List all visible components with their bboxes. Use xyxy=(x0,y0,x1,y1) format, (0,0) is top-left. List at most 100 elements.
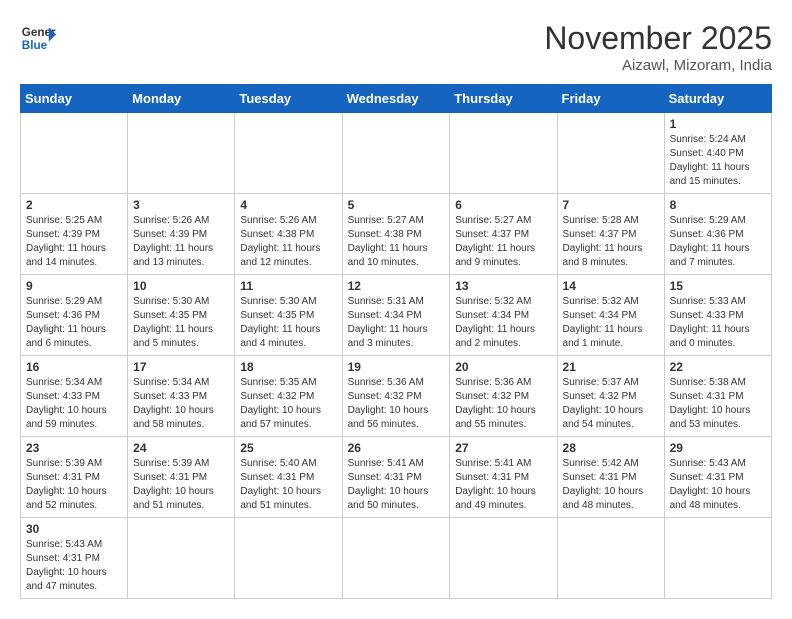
table-row: 12 Sunrise: 5:31 AM Sunset: 4:34 PM Dayli… xyxy=(342,275,450,356)
col-monday: Monday xyxy=(128,85,235,113)
calendar-week-row: 9Sunrise: 5:29 AM Sunset: 4:36 PM Daylig… xyxy=(21,275,772,356)
table-row: 5 Sunrise: 5:27 AM Sunset: 4:38 PM Daylig… xyxy=(342,194,450,275)
day-info: Sunrise: 5:36 AM Sunset: 4:32 PM Dayligh… xyxy=(455,376,551,432)
title-section: November 2025 Aizawl, Mizoram, India xyxy=(544,20,772,74)
svg-text:Blue: Blue xyxy=(22,39,48,52)
table-row: 7 Sunrise: 5:28 AM Sunset: 4:37 PM Daylig… xyxy=(557,194,664,275)
table-row xyxy=(450,518,557,599)
day-info: Sunrise: 5:41 AM Sunset: 4:31 PM Dayligh… xyxy=(455,457,551,513)
day-info: Sunrise: 5:28 AM Sunset: 4:37 PM Dayligh… xyxy=(563,214,659,270)
day-info: Sunrise: 5:31 AM Sunset: 4:34 PM Dayligh… xyxy=(348,295,445,351)
table-row: 21Sunrise: 5:37 AM Sunset: 4:32 PM Dayli… xyxy=(557,356,664,437)
day-info: Sunrise: 5:27 AM Sunset: 4:37 PM Dayligh… xyxy=(455,214,551,270)
day-number: 6 xyxy=(455,198,551,212)
calendar-week-row: 23 Sunrise: 5:39 AM Sunset: 4:31 PM Dayli… xyxy=(21,437,772,518)
day-number: 20 xyxy=(455,360,551,374)
day-info: Sunrise: 5:27 AM Sunset: 4:38 PM Dayligh… xyxy=(348,214,445,270)
table-row xyxy=(450,113,557,194)
day-info: Sunrise: 5:39 AM Sunset: 4:31 PM Dayligh… xyxy=(133,457,229,513)
day-number: 28 xyxy=(563,441,659,455)
day-info: Sunrise: 5:35 AM Sunset: 4:32 PM Dayligh… xyxy=(240,376,336,432)
day-info: Sunrise: 5:40 AM Sunset: 4:31 PM Dayligh… xyxy=(240,457,336,513)
day-info: Sunrise: 5:32 AM Sunset: 4:34 PM Dayligh… xyxy=(563,295,659,351)
table-row xyxy=(128,113,235,194)
table-row: 3Sunrise: 5:26 AM Sunset: 4:39 PM Daylig… xyxy=(128,194,235,275)
day-info: Sunrise: 5:34 AM Sunset: 4:33 PM Dayligh… xyxy=(26,376,122,432)
day-info: Sunrise: 5:26 AM Sunset: 4:38 PM Dayligh… xyxy=(240,214,336,270)
day-number: 10 xyxy=(133,279,229,293)
day-number: 17 xyxy=(133,360,229,374)
table-row: 17 Sunrise: 5:34 AM Sunset: 4:33 PM Dayli… xyxy=(128,356,235,437)
table-row xyxy=(557,113,664,194)
table-row: 19Sunrise: 5:36 AM Sunset: 4:32 PM Dayli… xyxy=(342,356,450,437)
table-row: 23 Sunrise: 5:39 AM Sunset: 4:31 PM Dayli… xyxy=(21,437,128,518)
table-row: 8 Sunrise: 5:29 AM Sunset: 4:36 PM Daylig… xyxy=(664,194,771,275)
day-number: 7 xyxy=(563,198,659,212)
day-number: 2 xyxy=(26,198,122,212)
table-row: 14 Sunrise: 5:32 AM Sunset: 4:34 PM Dayli… xyxy=(557,275,664,356)
calendar-table: Sunday Monday Tuesday Wednesday Thursday… xyxy=(20,84,772,599)
table-row: 30Sunrise: 5:43 AM Sunset: 4:31 PM Dayli… xyxy=(21,518,128,599)
col-tuesday: Tuesday xyxy=(235,85,342,113)
table-row: 10Sunrise: 5:30 AM Sunset: 4:35 PM Dayli… xyxy=(128,275,235,356)
col-wednesday: Wednesday xyxy=(342,85,450,113)
day-number: 8 xyxy=(670,198,766,212)
col-thursday: Thursday xyxy=(450,85,557,113)
day-number: 15 xyxy=(670,279,766,293)
day-info: Sunrise: 5:32 AM Sunset: 4:34 PM Dayligh… xyxy=(455,295,551,351)
day-number: 11 xyxy=(240,279,336,293)
table-row xyxy=(664,518,771,599)
table-row xyxy=(235,113,342,194)
day-info: Sunrise: 5:34 AM Sunset: 4:33 PM Dayligh… xyxy=(133,376,229,432)
day-info: Sunrise: 5:39 AM Sunset: 4:31 PM Dayligh… xyxy=(26,457,122,513)
table-row: 2 Sunrise: 5:25 AM Sunset: 4:39 PM Daylig… xyxy=(21,194,128,275)
day-info: Sunrise: 5:29 AM Sunset: 4:36 PM Dayligh… xyxy=(670,214,766,270)
day-info: Sunrise: 5:36 AM Sunset: 4:32 PM Dayligh… xyxy=(348,376,445,432)
day-number: 14 xyxy=(563,279,659,293)
day-number: 22 xyxy=(670,360,766,374)
day-info: Sunrise: 5:37 AM Sunset: 4:32 PM Dayligh… xyxy=(563,376,659,432)
day-info: Sunrise: 5:43 AM Sunset: 4:31 PM Dayligh… xyxy=(26,538,122,594)
table-row: 20 Sunrise: 5:36 AM Sunset: 4:32 PM Dayli… xyxy=(450,356,557,437)
table-row: 25Sunrise: 5:40 AM Sunset: 4:31 PM Dayli… xyxy=(235,437,342,518)
table-row: 11 Sunrise: 5:30 AM Sunset: 4:35 PM Dayli… xyxy=(235,275,342,356)
table-row: 1 Sunrise: 5:24 AM Sunset: 4:40 PM Daylig… xyxy=(664,113,771,194)
day-number: 12 xyxy=(348,279,445,293)
location: Aizawl, Mizoram, India xyxy=(544,57,772,74)
col-sunday: Sunday xyxy=(21,85,128,113)
table-row: 28 Sunrise: 5:42 AM Sunset: 4:31 PM Dayli… xyxy=(557,437,664,518)
day-number: 29 xyxy=(670,441,766,455)
table-row: 15 Sunrise: 5:33 AM Sunset: 4:33 PM Dayli… xyxy=(664,275,771,356)
table-row: 6 Sunrise: 5:27 AM Sunset: 4:37 PM Daylig… xyxy=(450,194,557,275)
day-info: Sunrise: 5:41 AM Sunset: 4:31 PM Dayligh… xyxy=(348,457,445,513)
calendar-week-row: 1 Sunrise: 5:24 AM Sunset: 4:40 PM Daylig… xyxy=(21,113,772,194)
table-row xyxy=(21,113,128,194)
table-row: 22Sunrise: 5:38 AM Sunset: 4:31 PM Dayli… xyxy=(664,356,771,437)
day-number: 9 xyxy=(26,279,122,293)
day-info: Sunrise: 5:25 AM Sunset: 4:39 PM Dayligh… xyxy=(26,214,122,270)
table-row: 24Sunrise: 5:39 AM Sunset: 4:31 PM Dayli… xyxy=(128,437,235,518)
month-title: November 2025 xyxy=(544,20,772,57)
day-info: Sunrise: 5:33 AM Sunset: 4:33 PM Dayligh… xyxy=(670,295,766,351)
calendar-header-row: Sunday Monday Tuesday Wednesday Thursday… xyxy=(21,85,772,113)
table-row: 26 Sunrise: 5:41 AM Sunset: 4:31 PM Dayli… xyxy=(342,437,450,518)
table-row xyxy=(342,113,450,194)
table-row: 13Sunrise: 5:32 AM Sunset: 4:34 PM Dayli… xyxy=(450,275,557,356)
day-number: 1 xyxy=(670,117,766,131)
logo: General Blue xyxy=(20,20,56,56)
day-number: 23 xyxy=(26,441,122,455)
table-row: 16Sunrise: 5:34 AM Sunset: 4:33 PM Dayli… xyxy=(21,356,128,437)
table-row xyxy=(235,518,342,599)
day-info: Sunrise: 5:26 AM Sunset: 4:39 PM Dayligh… xyxy=(133,214,229,270)
day-number: 27 xyxy=(455,441,551,455)
day-number: 18 xyxy=(240,360,336,374)
calendar-week-row: 30Sunrise: 5:43 AM Sunset: 4:31 PM Dayli… xyxy=(21,518,772,599)
day-number: 26 xyxy=(348,441,445,455)
logo-icon: General Blue xyxy=(20,20,56,56)
page-header: General Blue November 2025 Aizawl, Mizor… xyxy=(20,20,772,74)
table-row xyxy=(342,518,450,599)
day-info: Sunrise: 5:30 AM Sunset: 4:35 PM Dayligh… xyxy=(240,295,336,351)
day-info: Sunrise: 5:24 AM Sunset: 4:40 PM Dayligh… xyxy=(670,133,766,189)
day-info: Sunrise: 5:42 AM Sunset: 4:31 PM Dayligh… xyxy=(563,457,659,513)
day-number: 5 xyxy=(348,198,445,212)
